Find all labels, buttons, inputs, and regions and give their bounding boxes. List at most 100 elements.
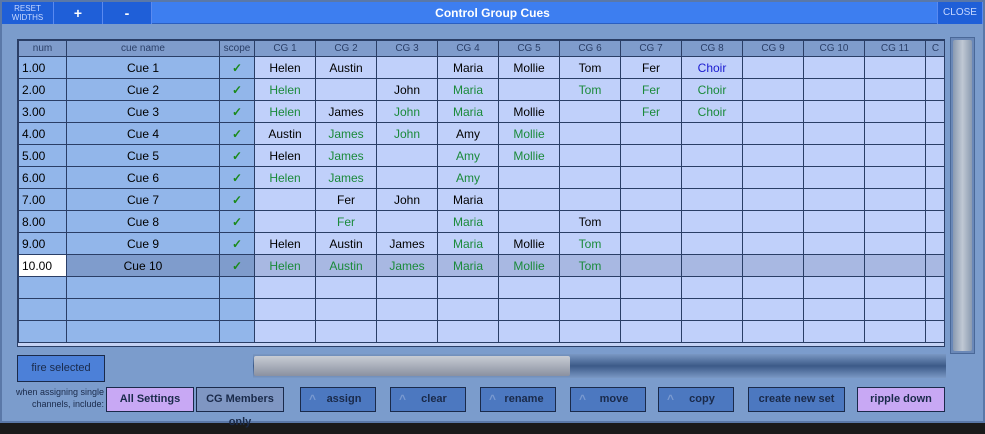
cg-cell[interactable] bbox=[742, 144, 804, 167]
scope-cell[interactable]: ✓ bbox=[219, 122, 255, 145]
cg-cell[interactable]: Choir bbox=[681, 78, 743, 101]
cg-cell[interactable]: Tom bbox=[559, 56, 621, 79]
empty-cell[interactable] bbox=[864, 276, 926, 299]
cg-cell[interactable]: Austin bbox=[315, 254, 377, 277]
cg-cell[interactable] bbox=[620, 188, 682, 211]
cg-cell[interactable] bbox=[620, 254, 682, 277]
cue-number-cell[interactable]: 5.00 bbox=[18, 144, 67, 167]
cg-cell[interactable] bbox=[254, 188, 316, 211]
cg-cell[interactable] bbox=[498, 166, 560, 189]
empty-cell[interactable] bbox=[559, 320, 621, 343]
scope-cell[interactable]: ✓ bbox=[219, 210, 255, 233]
cg-cell[interactable] bbox=[925, 210, 944, 233]
cue-number-cell[interactable]: 1.00 bbox=[18, 56, 67, 79]
plus-button[interactable]: + bbox=[54, 2, 103, 24]
assign-button[interactable]: ^ assign bbox=[300, 387, 376, 412]
empty-cell[interactable] bbox=[803, 320, 865, 343]
empty-row[interactable] bbox=[18, 320, 944, 343]
cg-cell[interactable] bbox=[864, 210, 926, 233]
cue-name-cell[interactable]: Cue 4 bbox=[66, 122, 220, 145]
cg-cell[interactable] bbox=[742, 122, 804, 145]
cg-cell[interactable] bbox=[864, 100, 926, 123]
column-header[interactable]: CG 7 bbox=[620, 40, 682, 57]
empty-cell[interactable] bbox=[66, 276, 220, 299]
cg-cell[interactable] bbox=[620, 122, 682, 145]
empty-cell[interactable] bbox=[219, 298, 255, 321]
cue-number-cell[interactable]: 9.00 bbox=[18, 232, 67, 255]
all-settings-button[interactable]: All Settings bbox=[106, 387, 194, 412]
cg-cell[interactable] bbox=[742, 78, 804, 101]
cg-cell[interactable] bbox=[498, 78, 560, 101]
cg-cell[interactable] bbox=[864, 122, 926, 145]
cg-cell[interactable] bbox=[925, 144, 944, 167]
empty-cell[interactable] bbox=[437, 298, 499, 321]
scope-cell[interactable]: ✓ bbox=[219, 56, 255, 79]
cue-name-cell[interactable]: Cue 2 bbox=[66, 78, 220, 101]
cg-cell[interactable]: Helen bbox=[254, 78, 316, 101]
cue-row[interactable]: 4.00 Cue 4 ✓ Austin James John Amy Mollie bbox=[18, 122, 944, 145]
empty-row[interactable] bbox=[18, 276, 944, 299]
cue-row[interactable]: 8.00 Cue 8 ✓ Fer Maria Tom bbox=[18, 210, 944, 233]
cg-cell[interactable]: Austin bbox=[254, 122, 316, 145]
cg-cell[interactable] bbox=[803, 232, 865, 255]
empty-cell[interactable] bbox=[620, 298, 682, 321]
cg-cell[interactable]: John bbox=[376, 100, 438, 123]
empty-cell[interactable] bbox=[681, 320, 743, 343]
empty-cell[interactable] bbox=[437, 276, 499, 299]
cg-cell[interactable] bbox=[864, 144, 926, 167]
cue-number-cell[interactable]: 8.00 bbox=[18, 210, 67, 233]
cue-number-cell[interactable]: 7.00 bbox=[18, 188, 67, 211]
cg-cell[interactable] bbox=[376, 166, 438, 189]
cue-name-cell[interactable]: Cue 6 bbox=[66, 166, 220, 189]
cg-cell[interactable] bbox=[742, 100, 804, 123]
cg-cell[interactable] bbox=[803, 188, 865, 211]
scope-cell[interactable]: ✓ bbox=[219, 78, 255, 101]
cg-cell[interactable]: Maria bbox=[437, 78, 499, 101]
scope-cell[interactable]: ✓ bbox=[219, 232, 255, 255]
cg-cell[interactable] bbox=[925, 122, 944, 145]
empty-cell[interactable] bbox=[803, 276, 865, 299]
cg-cell[interactable]: Mollie bbox=[498, 122, 560, 145]
column-header[interactable]: num bbox=[18, 40, 67, 57]
cue-row[interactable]: 7.00 Cue 7 ✓ Fer John Maria bbox=[18, 188, 944, 211]
cg-cell[interactable] bbox=[864, 232, 926, 255]
cg-cell[interactable] bbox=[620, 144, 682, 167]
reset-widths-button[interactable]: RESET WIDTHS bbox=[2, 2, 54, 24]
cg-cell[interactable] bbox=[925, 254, 944, 277]
empty-cell[interactable] bbox=[254, 298, 316, 321]
cg-cell[interactable]: Helen bbox=[254, 144, 316, 167]
cg-members-only-button[interactable]: CG Members only bbox=[196, 387, 284, 428]
cg-cell[interactable] bbox=[681, 166, 743, 189]
empty-cell[interactable] bbox=[925, 320, 944, 343]
cg-cell[interactable]: James bbox=[376, 232, 438, 255]
cue-number-cell[interactable]: 4.00 bbox=[18, 122, 67, 145]
cg-cell[interactable] bbox=[864, 188, 926, 211]
cue-number-cell[interactable]: 3.00 bbox=[18, 100, 67, 123]
empty-cell[interactable] bbox=[559, 276, 621, 299]
move-button[interactable]: ^ move bbox=[570, 387, 646, 412]
cg-cell[interactable]: Tom bbox=[559, 254, 621, 277]
empty-cell[interactable] bbox=[437, 320, 499, 343]
cg-cell[interactable]: Fer bbox=[620, 100, 682, 123]
cue-row[interactable]: 1.00 Cue 1 ✓ Helen Austin Maria Mollie Tom Fer Ch… bbox=[18, 56, 944, 79]
column-header[interactable]: CG 4 bbox=[437, 40, 499, 57]
empty-cell[interactable] bbox=[864, 298, 926, 321]
cg-cell[interactable]: Mollie bbox=[498, 100, 560, 123]
cg-cell[interactable] bbox=[803, 56, 865, 79]
cg-cell[interactable] bbox=[681, 210, 743, 233]
cue-row[interactable]: 9.00 Cue 9 ✓ Helen Austin James Maria Mollie Tom bbox=[18, 232, 944, 255]
cg-cell[interactable] bbox=[620, 210, 682, 233]
cg-cell[interactable] bbox=[803, 122, 865, 145]
empty-cell[interactable] bbox=[620, 276, 682, 299]
column-header[interactable]: CG 9 bbox=[742, 40, 804, 57]
cg-cell[interactable] bbox=[742, 166, 804, 189]
column-header[interactable]: CG 3 bbox=[376, 40, 438, 57]
cue-row[interactable]: 10.00 Cue 10 ✓ Helen Austin James Maria Mollie T… bbox=[18, 254, 944, 277]
cg-cell[interactable]: James bbox=[315, 100, 377, 123]
cg-cell[interactable] bbox=[681, 232, 743, 255]
column-header[interactable]: CG 6 bbox=[559, 40, 621, 57]
cg-cell[interactable]: James bbox=[315, 166, 377, 189]
column-header[interactable]: scope bbox=[219, 40, 255, 57]
cg-cell[interactable]: Tom bbox=[559, 78, 621, 101]
cg-cell[interactable] bbox=[559, 166, 621, 189]
